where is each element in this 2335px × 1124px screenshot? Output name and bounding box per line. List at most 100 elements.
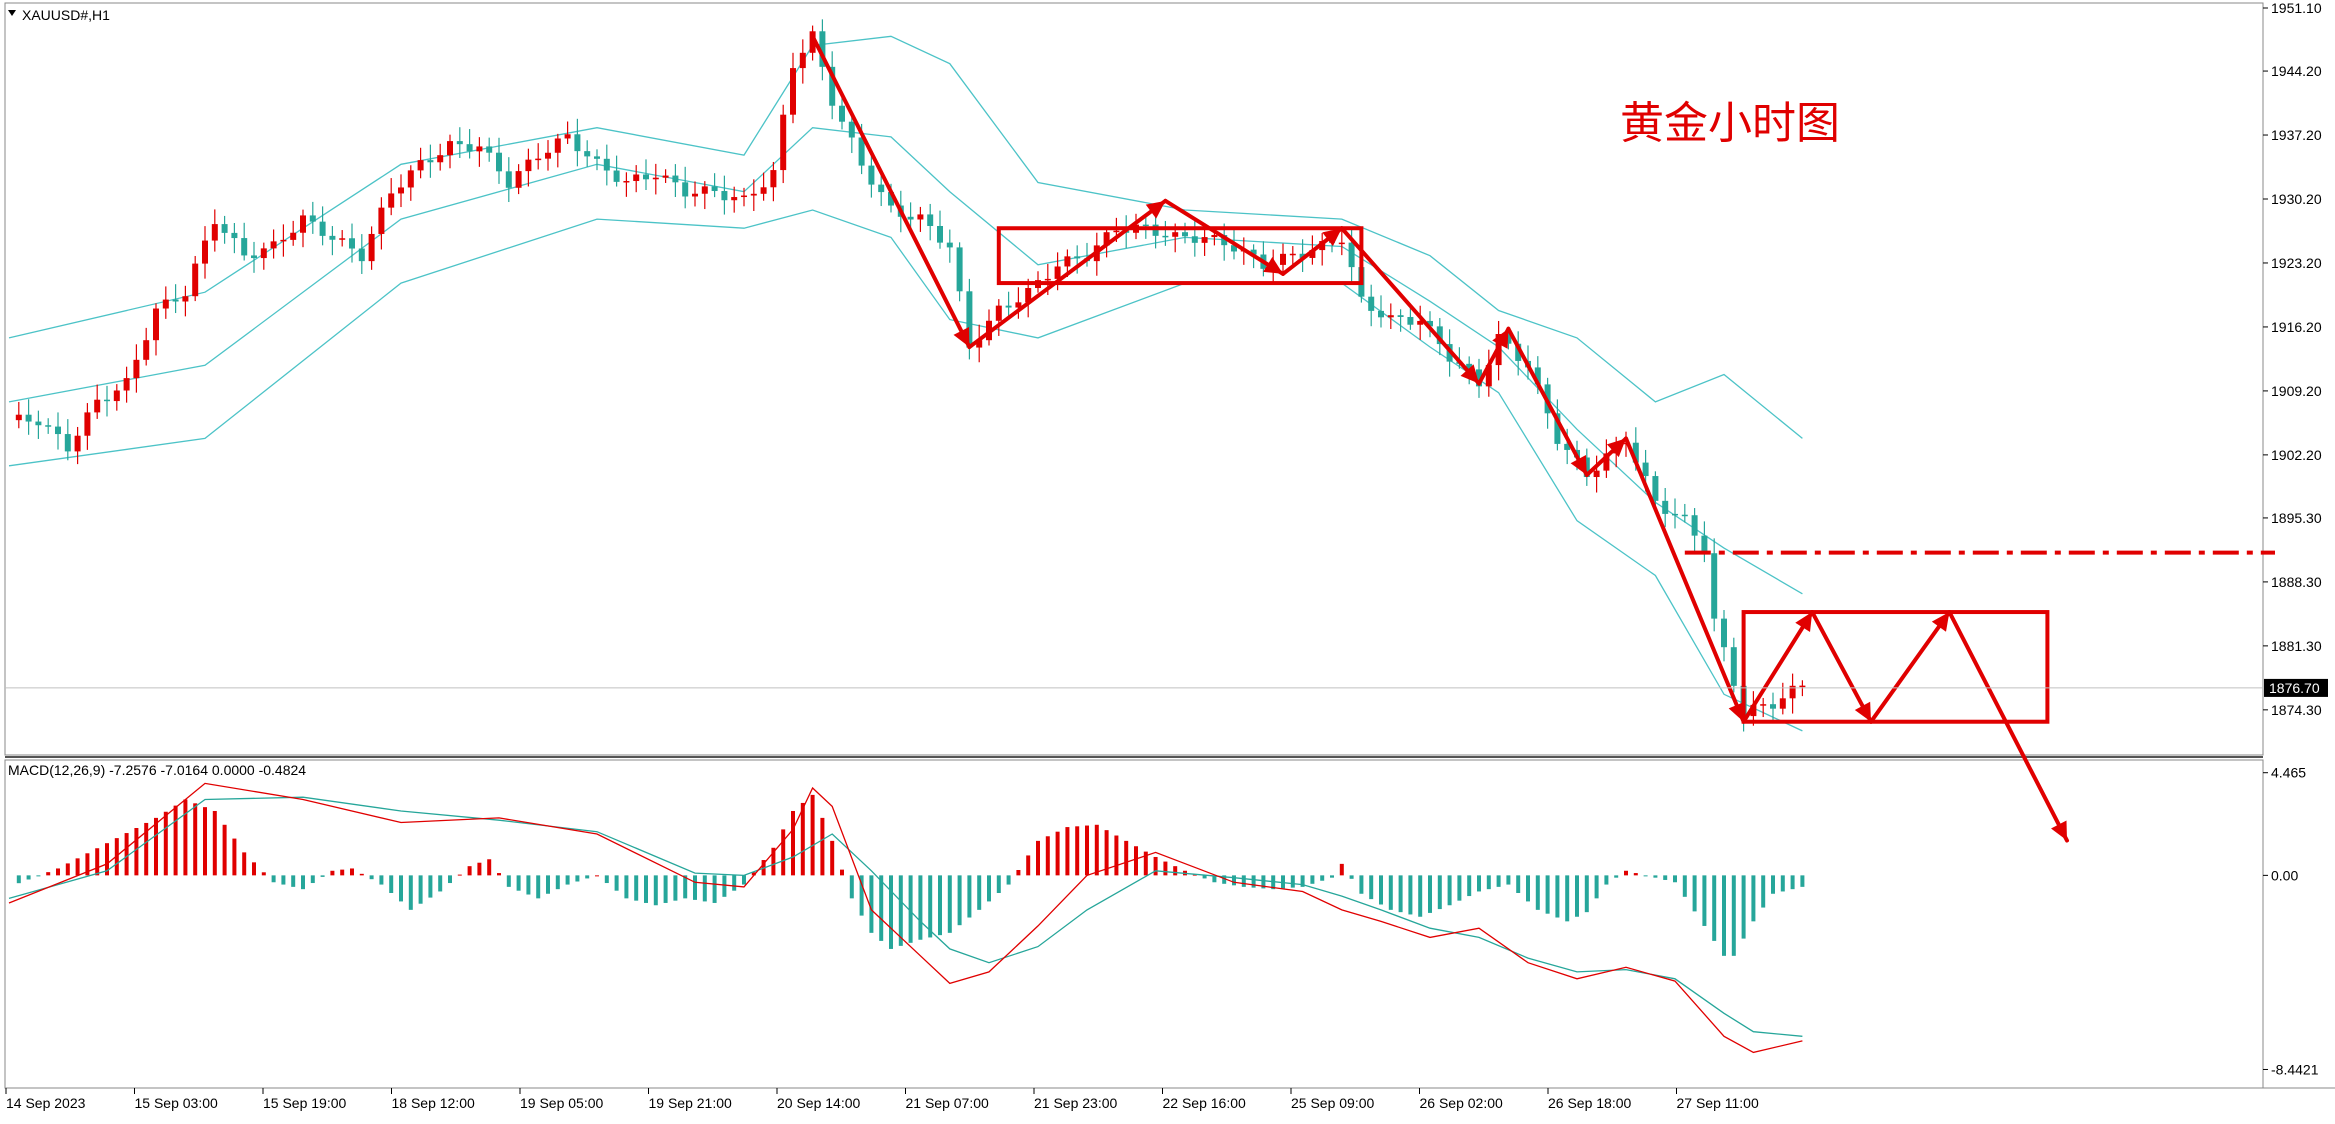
macd-bar — [585, 875, 590, 879]
y-tick-label: 1874.30 — [2271, 702, 2322, 718]
macd-bar — [389, 875, 394, 893]
candle-body — [1407, 316, 1414, 325]
macd-bar — [673, 875, 678, 901]
candle — [574, 118, 581, 167]
candle-body — [868, 165, 875, 185]
candle-body — [290, 232, 297, 240]
candle-body — [251, 255, 257, 259]
candle-body — [398, 187, 404, 194]
macd-bar — [1428, 875, 1432, 913]
candle — [319, 206, 326, 246]
macd-bar — [820, 817, 825, 876]
candle-body — [574, 134, 581, 152]
macd-bar — [791, 810, 795, 876]
macd-bar — [1085, 825, 1089, 876]
macd-bar — [693, 875, 697, 900]
candle-body — [368, 233, 375, 262]
candle — [1711, 538, 1718, 632]
candle — [123, 366, 130, 403]
candle-body — [770, 170, 777, 188]
macd-bar — [359, 873, 364, 876]
candle-body — [652, 177, 659, 180]
candle — [476, 137, 483, 167]
macd-bar — [1124, 840, 1129, 876]
macd-bar — [1761, 875, 1766, 908]
candle — [270, 229, 277, 259]
candle-body — [104, 399, 110, 402]
candle-body — [64, 434, 71, 452]
candle-body — [221, 224, 228, 233]
arrow-shaft — [1339, 226, 1481, 386]
candle-body — [790, 68, 796, 115]
macd-bar — [252, 862, 256, 876]
candle — [1368, 284, 1375, 327]
candle — [368, 226, 375, 270]
candle-body — [1387, 315, 1394, 318]
macd-bar — [1712, 875, 1717, 941]
candle — [407, 165, 414, 201]
macd-bar — [604, 875, 609, 884]
candle — [662, 169, 669, 183]
candle — [829, 51, 836, 120]
macd-bar — [1290, 875, 1295, 888]
candle-body — [456, 141, 463, 145]
candle-body — [721, 191, 728, 201]
candle — [447, 134, 453, 169]
candle-body — [995, 305, 1002, 321]
candle-body — [907, 216, 914, 220]
candle — [25, 399, 32, 435]
candle-body — [427, 160, 434, 163]
candle-body — [1378, 310, 1384, 318]
macd-bar — [497, 873, 501, 876]
macd-bar — [1496, 875, 1501, 887]
candle — [633, 165, 640, 193]
candle — [946, 229, 953, 263]
macd-bar — [320, 875, 325, 877]
candle-body — [515, 171, 522, 188]
macd-bar — [1516, 875, 1521, 893]
candle-body — [143, 340, 150, 360]
candle-body — [113, 390, 120, 402]
macd-bar — [232, 838, 237, 876]
candle-body — [486, 146, 493, 153]
candle-body — [15, 414, 22, 421]
y-tick-label: 1944.20 — [2271, 63, 2322, 79]
candle — [545, 140, 551, 171]
candle-body — [594, 156, 600, 159]
macd-bar — [712, 875, 717, 903]
arrow-shaft — [1869, 610, 1952, 724]
candle-body — [946, 242, 953, 248]
candle-body — [1711, 553, 1718, 619]
candle — [1182, 222, 1188, 244]
candle — [515, 164, 522, 195]
macd-bar — [487, 859, 492, 876]
macd-bar — [477, 862, 482, 876]
candle — [94, 384, 101, 419]
candle-body — [466, 144, 473, 152]
candle — [211, 209, 218, 252]
macd-bar — [1555, 875, 1560, 918]
macd-bar — [1722, 875, 1726, 956]
menu-triangle-icon[interactable] — [8, 10, 16, 16]
bollinger-lower — [8, 209, 1803, 732]
arrow-shaft — [1506, 326, 1589, 477]
annotation-title: 黄金小时图 — [1620, 99, 1840, 148]
candle — [15, 401, 22, 429]
candle — [221, 215, 228, 244]
macd-bar — [1633, 873, 1638, 876]
candle — [358, 234, 365, 274]
macd-bar — [369, 875, 374, 880]
candle-body — [1368, 296, 1375, 311]
macd-bar — [1545, 875, 1550, 914]
candle — [956, 242, 963, 302]
macd-bar — [26, 875, 31, 880]
x-tick-label: 26 Sep 18:00 — [1548, 1095, 1632, 1111]
macd-bar — [212, 810, 217, 876]
macd-bar — [1173, 866, 1178, 876]
candle-body — [45, 425, 52, 427]
candle — [309, 201, 316, 234]
candle — [133, 344, 140, 393]
candle-body — [1730, 647, 1737, 686]
macd-bar — [526, 875, 531, 895]
macd-bar — [1751, 875, 1756, 922]
